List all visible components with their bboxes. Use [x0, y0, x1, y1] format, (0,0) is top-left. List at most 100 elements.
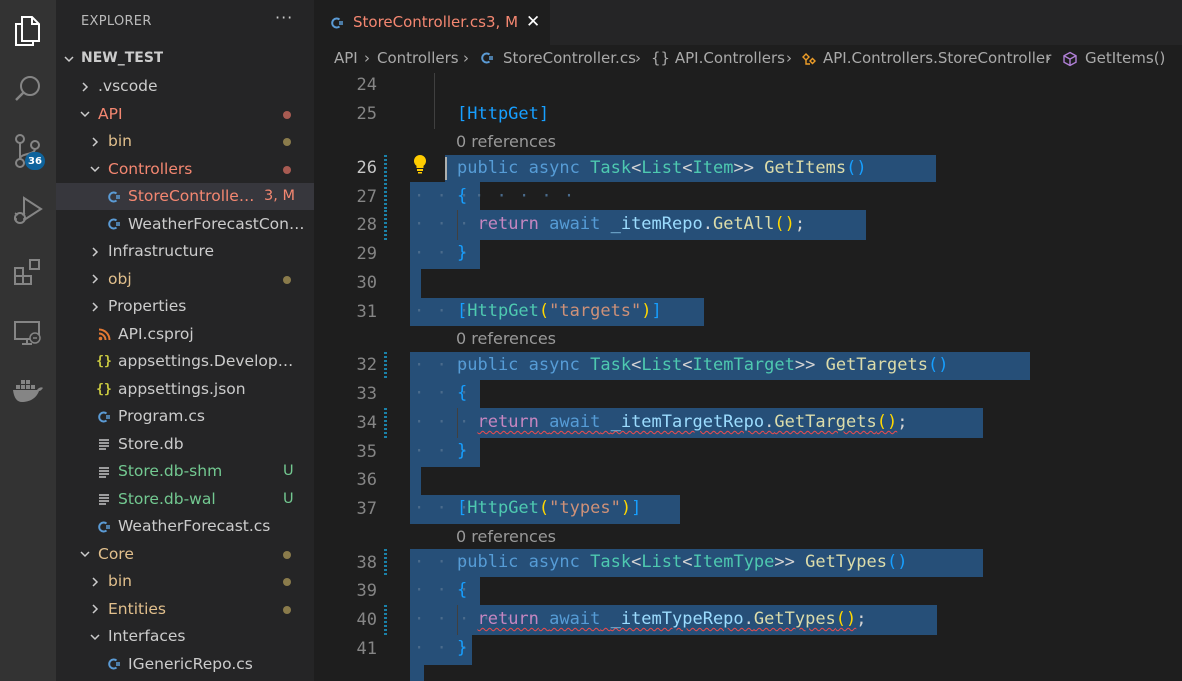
tree-item-label: IGenericRepo.cs — [128, 654, 253, 673]
breadcrumb-item-api[interactable]: API — [334, 49, 358, 67]
breadcrumb-item-method[interactable]: GetItems() — [1085, 49, 1165, 67]
git-status-dot — [283, 275, 291, 284]
type-name: List — [641, 552, 683, 572]
keyword: public — [457, 552, 519, 572]
tree-item-label: bin — [108, 132, 132, 150]
tree-item-label: Store.db — [118, 434, 184, 453]
string-literal: "types" — [549, 498, 621, 518]
breadcrumb-item-class[interactable]: API.Controllers.StoreController — [823, 49, 1051, 67]
method-name: GetTargets — [825, 355, 928, 375]
folder-item[interactable]: Core — [56, 541, 314, 568]
tab-storecontroller[interactable]: StoreController.cs 3, M ✕ — [314, 0, 550, 45]
git-status-badge: U — [283, 490, 294, 507]
folder-item[interactable]: API — [56, 101, 314, 128]
folder-item[interactable]: bin — [56, 568, 314, 595]
folder-item[interactable]: Controllers — [56, 156, 314, 183]
breadcrumb-item-controllers[interactable]: Controllers — [377, 49, 459, 67]
type-name: Task — [590, 355, 632, 375]
chevron-right-icon: › — [1045, 49, 1051, 67]
folder-item[interactable]: Interfaces — [56, 623, 314, 650]
folder-item[interactable]: Entities — [56, 596, 314, 623]
tab-bar: StoreController.cs 3, M ✕ — [314, 0, 1182, 45]
folder-item[interactable]: .vscode — [56, 73, 314, 100]
code-line-25: [HttpGet] — [457, 104, 549, 124]
more-actions-icon[interactable]: ··· — [275, 8, 293, 27]
source-control-badge: 36 — [25, 152, 45, 170]
keyword: return — [477, 412, 539, 432]
identifier: _itemTargetRepo — [610, 412, 765, 432]
line-number: 29 — [356, 244, 377, 264]
type-name: Task — [590, 158, 632, 178]
keyword: return — [477, 609, 539, 629]
codelens-references[interactable]: 0 references — [456, 132, 556, 151]
close-icon[interactable]: ✕ — [526, 12, 542, 32]
editor-area: StoreController.cs 3, M ✕ API › Controll… — [314, 0, 1182, 681]
file-item[interactable]: IGenericRepo.cs — [56, 651, 314, 678]
folder-item[interactable]: Infrastructure — [56, 238, 314, 265]
type-name: ItemType — [692, 552, 775, 572]
identifier: _itemRepo — [610, 214, 703, 234]
whitespace-markers: · · · · · — [474, 186, 576, 206]
keyword: await — [549, 412, 601, 432]
tree-item-label: API — [98, 104, 123, 123]
tree-item-label: .vscode — [98, 77, 158, 95]
explorer-sidebar: EXPLORER ··· NEW_TEST .vscode API bin Contr… — [56, 0, 314, 681]
activity-bar: 36 — [0, 0, 56, 681]
breadcrumb-item-namespace[interactable]: {} API.Controllers — [651, 49, 785, 67]
codelens-references[interactable]: 0 references — [456, 329, 556, 348]
tree-item-label: Controllers — [108, 159, 193, 178]
code-line-34: return await _itemTargetRepo.GetTargets(… — [477, 412, 908, 432]
file-item[interactable]: {} appsettings.Development.j... — [56, 348, 314, 375]
file-item[interactable]: API.csproj — [56, 321, 314, 348]
csharp-file-icon — [106, 651, 122, 678]
git-status-dot — [283, 165, 291, 174]
folder-item[interactable]: obj — [56, 266, 314, 293]
code-line-37: [HttpGet("types")] — [457, 498, 642, 518]
csharp-file-icon — [106, 211, 122, 238]
search-icon[interactable] — [0, 64, 56, 114]
line-number: 32 — [356, 355, 377, 375]
line-number: 27 — [356, 187, 377, 207]
codelens-references[interactable]: 0 references — [456, 527, 556, 546]
tree-item-label: Store.db-shm — [118, 462, 223, 480]
file-item[interactable]: Store.db-shm U — [56, 458, 314, 485]
file-item[interactable]: Program.cs — [56, 403, 314, 430]
file-item[interactable]: Store.db-wal U — [56, 486, 314, 513]
lightbulb-icon[interactable] — [412, 154, 428, 178]
breadcrumb-item-file[interactable]: StoreController.cs — [503, 49, 636, 67]
selection-highlight — [410, 269, 421, 298]
file-item[interactable]: WeatherForecastControll... — [56, 211, 314, 238]
explorer-icon[interactable] — [0, 6, 56, 56]
keyword: async — [528, 552, 580, 572]
remote-explorer-icon[interactable] — [0, 307, 56, 357]
extensions-icon[interactable] — [0, 247, 56, 297]
run-debug-icon[interactable] — [0, 185, 56, 235]
code-line-29: } — [457, 243, 468, 263]
file-item[interactable]: WeatherForecast.cs — [56, 513, 314, 540]
file-item[interactable]: {} appsettings.json — [56, 376, 314, 403]
json-file-icon: {} — [96, 381, 112, 397]
tree-item-label: bin — [108, 572, 132, 590]
method-icon — [1062, 51, 1078, 71]
folder-item[interactable]: Properties — [56, 293, 314, 320]
chevron-down-icon — [88, 623, 102, 650]
tree-root-new-test[interactable]: NEW_TEST — [56, 45, 314, 72]
chevron-right-icon — [88, 238, 102, 265]
code-line-27: { — [457, 186, 468, 206]
text-file-icon — [96, 431, 112, 458]
chevron-down-icon — [78, 541, 92, 568]
method-name: GetTypes — [805, 552, 888, 572]
code-line-26: public async Task<List<Item>> GetItems() — [457, 158, 867, 178]
chevron-right-icon: › — [364, 49, 370, 67]
file-item[interactable]: Store.db — [56, 431, 314, 458]
line-number: 28 — [356, 215, 377, 235]
source-control-icon[interactable] — [0, 126, 56, 176]
line-number: 34 — [356, 413, 377, 433]
line-number: 36 — [356, 470, 377, 490]
identifier: _itemTypeRepo — [610, 609, 744, 629]
code-line-35: } — [457, 441, 468, 461]
file-item[interactable]: StoreController.cs 3, M — [56, 183, 314, 210]
folder-item[interactable]: bin — [56, 128, 314, 155]
line-number: 40 — [356, 610, 377, 630]
docker-icon[interactable] — [0, 365, 56, 415]
